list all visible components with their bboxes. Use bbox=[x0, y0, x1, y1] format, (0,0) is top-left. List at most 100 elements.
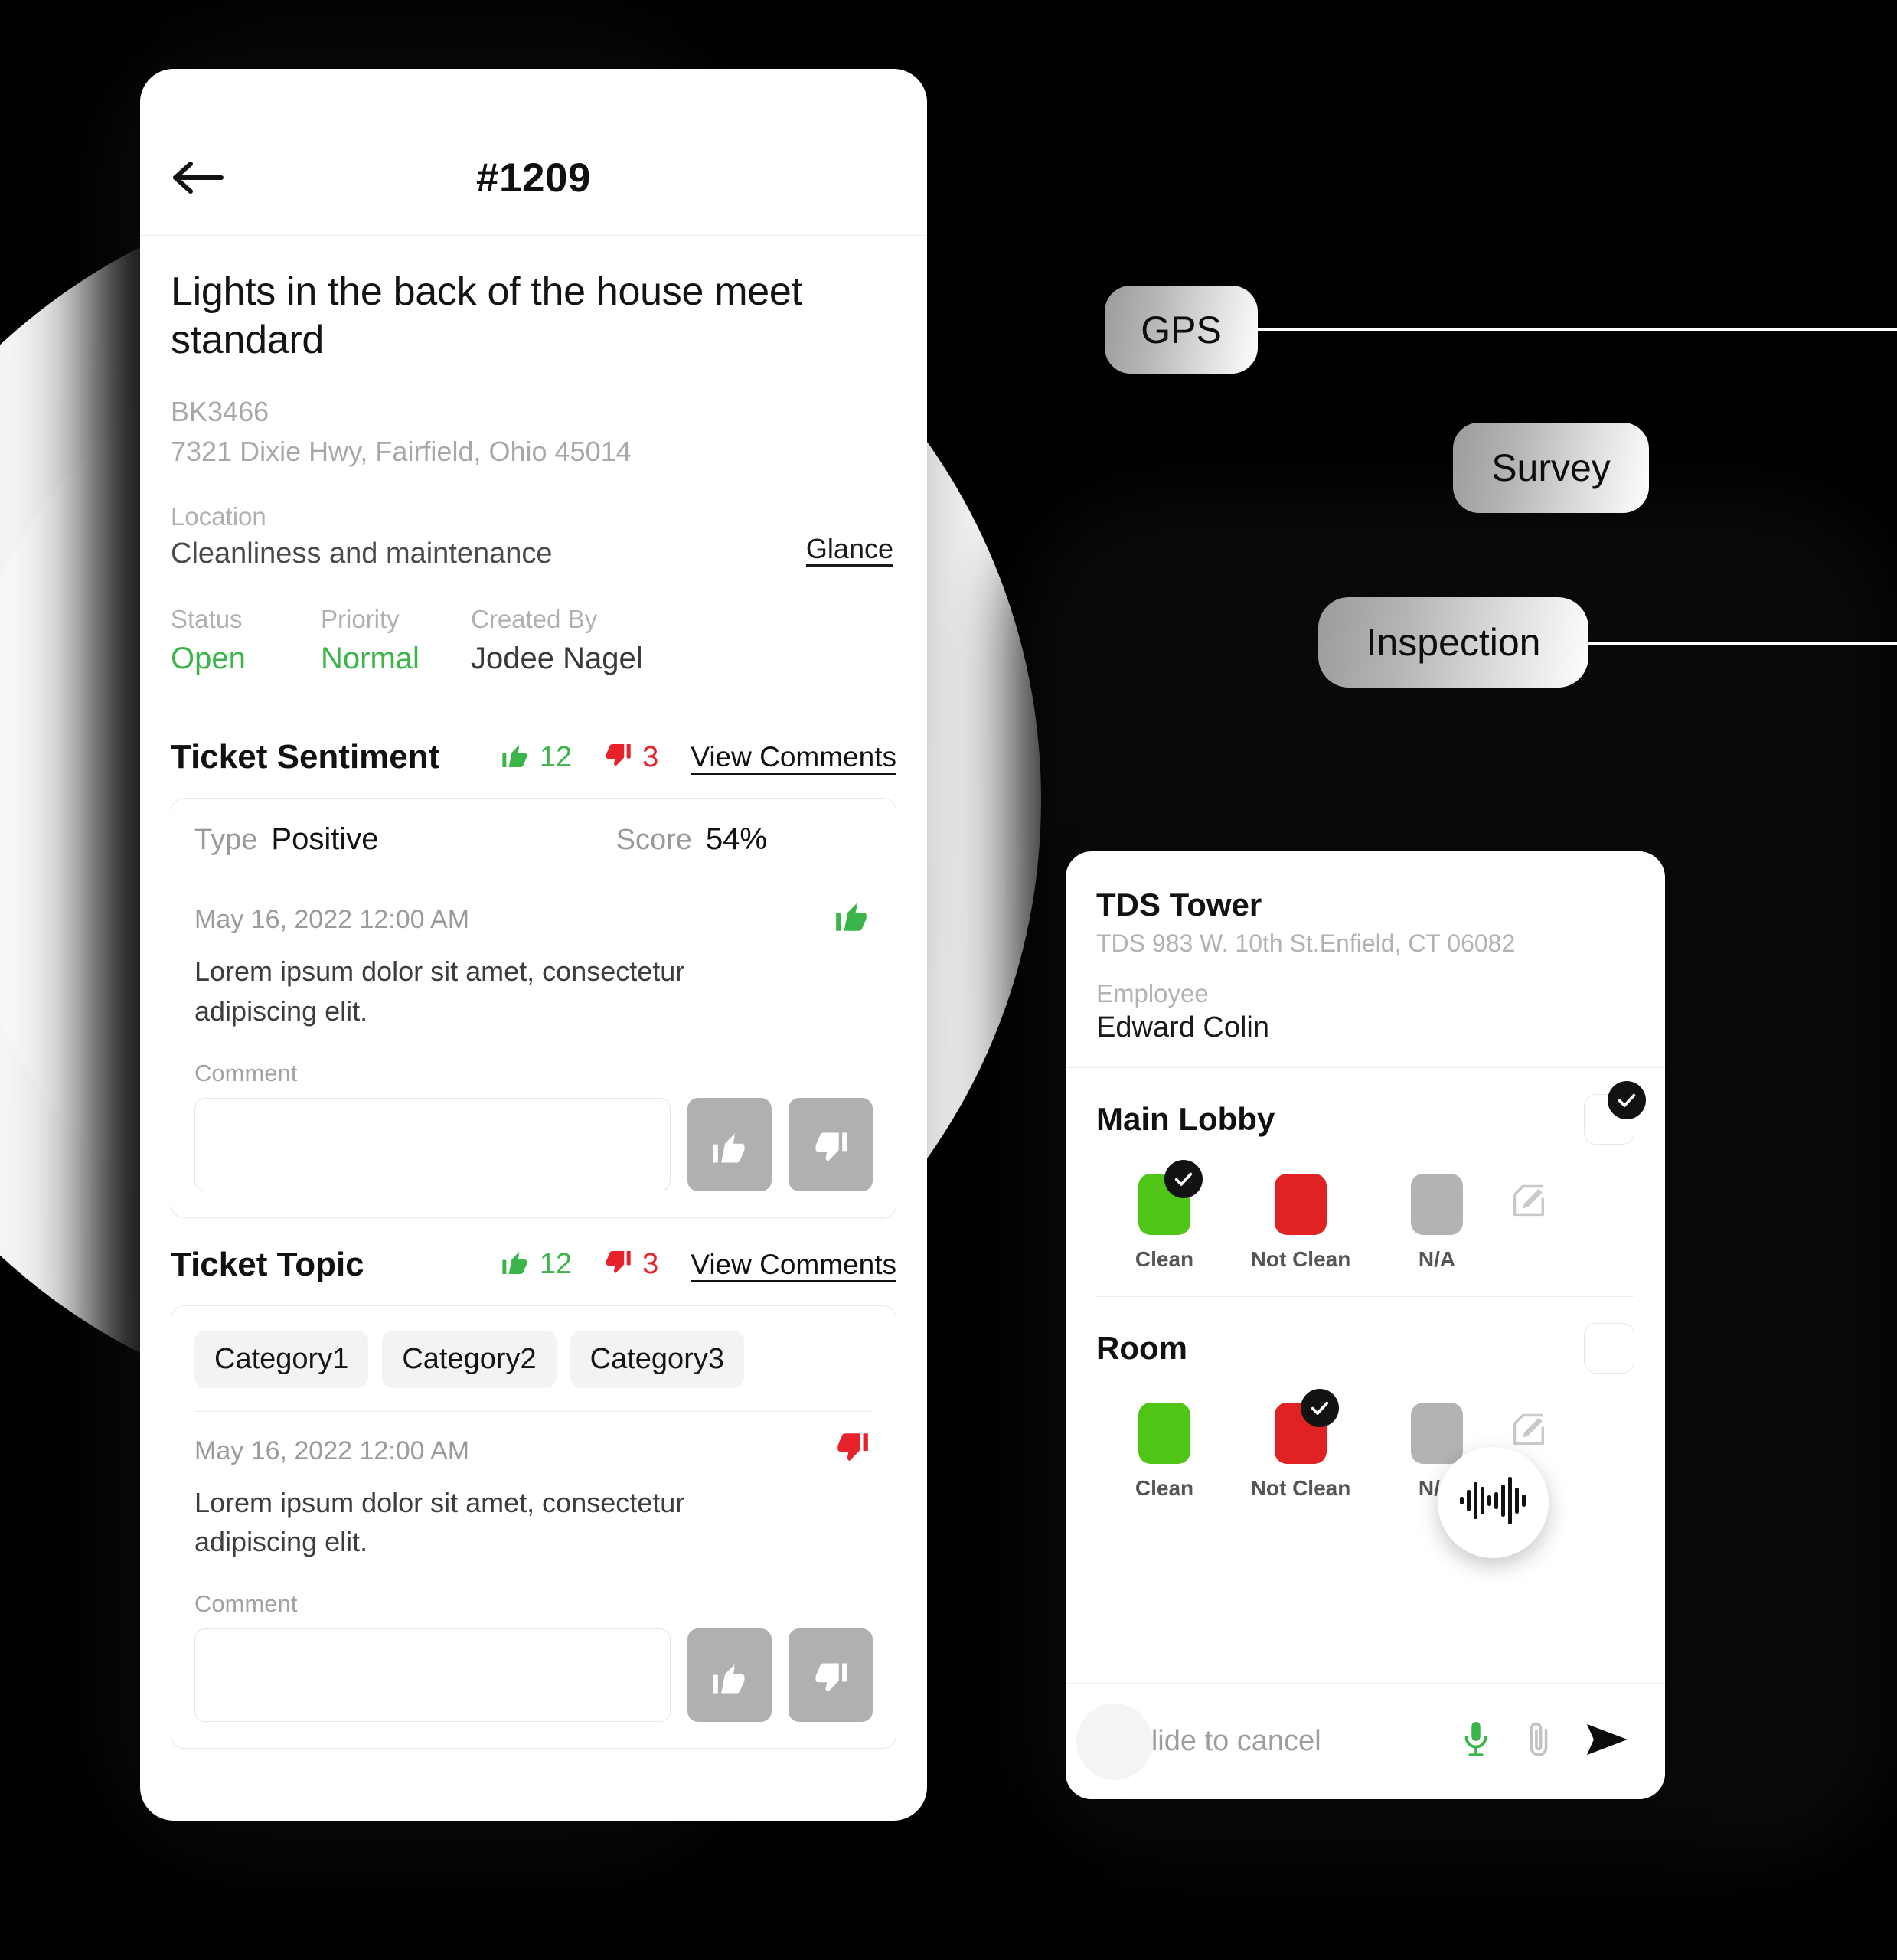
ticket-body: Lights in the back of the house meet sta… bbox=[140, 268, 927, 1749]
site-address: TDS 983 W. 10th St.Enfield, CT 06082 bbox=[1096, 929, 1516, 957]
swatch-red bbox=[1275, 1174, 1327, 1235]
view-comments-link[interactable]: View Comments bbox=[691, 1249, 896, 1281]
ticket-header-bar: #1209 bbox=[140, 69, 927, 236]
option-clean[interactable]: Clean bbox=[1096, 1160, 1233, 1272]
type-value: Positive bbox=[271, 822, 379, 856]
employee-label: Employee bbox=[1096, 979, 1209, 1008]
comment-label: Comment bbox=[194, 1589, 298, 1617]
ticket-detail-phone: #1209 Lights in the back of the house me… bbox=[140, 69, 927, 1821]
option-label: N/A bbox=[1418, 1247, 1456, 1271]
option-not-clean[interactable]: Not Clean bbox=[1233, 1174, 1369, 1272]
score-label: Score bbox=[615, 823, 692, 856]
comment-input[interactable] bbox=[194, 1628, 671, 1722]
comment-thumbs-up-button[interactable] bbox=[687, 1628, 772, 1722]
ticket-title: Lights in the back of the house meet sta… bbox=[171, 270, 802, 362]
category-chip[interactable]: Category2 bbox=[382, 1330, 557, 1388]
glance-link[interactable]: Glance bbox=[806, 533, 893, 565]
edit-note-icon[interactable] bbox=[1510, 1181, 1549, 1225]
entry-timestamp: May 16, 2022 12:00 AM bbox=[194, 1436, 470, 1465]
category-chip[interactable]: Category1 bbox=[194, 1330, 369, 1388]
comment-label: Comment bbox=[194, 1059, 298, 1086]
check-icon bbox=[1164, 1160, 1203, 1198]
option-na[interactable]: N/A bbox=[1369, 1174, 1505, 1272]
meta-created-by: Created By Jodee Nagel bbox=[471, 603, 643, 680]
status-badge: Open bbox=[171, 642, 246, 676]
location-label: Location bbox=[171, 502, 266, 531]
inspection-site-header: TDS Tower TDS 983 W. 10th St.Enfield, CT… bbox=[1066, 851, 1665, 1067]
inspection-phone: TDS Tower TDS 983 W. 10th St.Enfield, CT… bbox=[1066, 851, 1665, 1799]
record-pulse-dot bbox=[1076, 1704, 1153, 1780]
audio-waveform-icon bbox=[1457, 1472, 1530, 1534]
thumbs-up-value: 12 bbox=[539, 1248, 573, 1281]
section-title: Ticket Topic bbox=[171, 1245, 364, 1283]
edit-note-icon[interactable] bbox=[1510, 1410, 1549, 1454]
check-icon bbox=[1608, 1081, 1646, 1119]
group-name: Room bbox=[1096, 1330, 1187, 1366]
option-label: Clean bbox=[1135, 1247, 1194, 1271]
site-name: TDS Tower bbox=[1096, 887, 1262, 923]
microphone-icon[interactable] bbox=[1458, 1718, 1494, 1765]
comment-thumbs-down-button[interactable] bbox=[789, 1628, 873, 1722]
ticket-address: 7321 Dixie Hwy, Fairfield, Ohio 45014 bbox=[171, 436, 632, 467]
thumbs-down-count[interactable]: 3 bbox=[602, 1247, 658, 1282]
thumbs-down-icon bbox=[833, 1429, 871, 1471]
group-checkbox[interactable] bbox=[1584, 1323, 1634, 1374]
comment-thumbs-down-button[interactable] bbox=[789, 1097, 873, 1191]
sentiment-score: Score 54% bbox=[616, 822, 767, 857]
option-clean[interactable]: Clean bbox=[1096, 1403, 1233, 1501]
ticket-code: BK3466 bbox=[171, 395, 269, 427]
option-not-clean[interactable]: Not Clean bbox=[1233, 1389, 1369, 1501]
sentiment-card: Type Positive Score 54% May 16, 2022 12:… bbox=[171, 798, 896, 1218]
category-chip-list: Category1 Category2 Category3 bbox=[194, 1306, 873, 1411]
comment-thumbs-up-button[interactable] bbox=[687, 1097, 772, 1191]
gps-connector-line bbox=[1252, 328, 1897, 331]
pill-inspection[interactable]: Inspection bbox=[1318, 597, 1588, 688]
group-checkbox[interactable] bbox=[1584, 1081, 1646, 1145]
meta-status: Status Open bbox=[171, 603, 321, 680]
option-label: Not Clean bbox=[1250, 1247, 1351, 1271]
location-block: Location Cleanliness and maintenance Gla… bbox=[171, 499, 896, 573]
thumbs-up-icon bbox=[500, 1247, 531, 1282]
page-title: #1209 bbox=[476, 155, 591, 201]
swatch-grey bbox=[1411, 1174, 1463, 1235]
footer-actions bbox=[1458, 1718, 1631, 1765]
thumbs-down-icon bbox=[602, 1247, 633, 1282]
thumbs-up-count[interactable]: 12 bbox=[500, 1247, 572, 1282]
comment-row bbox=[194, 1628, 873, 1722]
thumbs-down-count[interactable]: 3 bbox=[602, 740, 658, 775]
thumbs-up-icon bbox=[833, 897, 871, 939]
paperclip-icon[interactable] bbox=[1521, 1718, 1556, 1765]
voice-record-bar: « Slide to cancel bbox=[1066, 1683, 1665, 1799]
comment-input[interactable] bbox=[194, 1097, 671, 1191]
topic-card: Category1 Category2 Category3 May 16, 20… bbox=[171, 1305, 896, 1749]
pill-gps[interactable]: GPS bbox=[1105, 286, 1258, 374]
meta-label: Priority bbox=[321, 604, 400, 633]
send-icon[interactable] bbox=[1584, 1720, 1631, 1763]
entry-text: Lorem ipsum dolor sit amet, consectetur … bbox=[194, 956, 685, 1027]
inspection-options: Clean Not Clean N/A bbox=[1096, 1145, 1634, 1296]
pill-survey[interactable]: Survey bbox=[1453, 423, 1649, 513]
employee-name: Edward Colin bbox=[1096, 1011, 1269, 1044]
created-by-value: Jodee Nagel bbox=[471, 642, 643, 676]
meta-label: Created By bbox=[471, 604, 598, 633]
ticket-topic-header: Ticket Topic 12 3 View Comments bbox=[171, 1246, 896, 1284]
slide-to-cancel-label: Slide to cancel bbox=[1131, 1725, 1321, 1757]
category-chip[interactable]: Category3 bbox=[570, 1330, 744, 1388]
sentiment-counts: 12 3 View Comments bbox=[469, 740, 896, 775]
swatch-green bbox=[1138, 1403, 1190, 1464]
option-label: Clean bbox=[1135, 1476, 1194, 1500]
section-title: Ticket Sentiment bbox=[171, 738, 440, 776]
audio-waveform-bubble[interactable] bbox=[1438, 1447, 1549, 1558]
thumbs-down-value: 3 bbox=[642, 740, 659, 773]
composition-stage: #1209 Lights in the back of the house me… bbox=[0, 0, 1897, 1960]
meta-label: Status bbox=[171, 604, 243, 633]
topic-entry: May 16, 2022 12:00 AM Lorem ipsum dolor … bbox=[194, 1412, 873, 1561]
priority-badge: Normal bbox=[321, 642, 420, 676]
swatch-grey bbox=[1411, 1403, 1463, 1464]
thumbs-down-value: 3 bbox=[642, 1248, 659, 1281]
view-comments-link[interactable]: View Comments bbox=[691, 741, 896, 773]
ticket-meta-row: Status Open Priority Normal Created By J… bbox=[171, 603, 896, 680]
thumbs-up-icon bbox=[710, 1128, 749, 1171]
sentiment-entry: May 16, 2022 12:00 AM Lorem ipsum dolor … bbox=[194, 880, 873, 1030]
thumbs-up-count[interactable]: 12 bbox=[500, 740, 572, 775]
